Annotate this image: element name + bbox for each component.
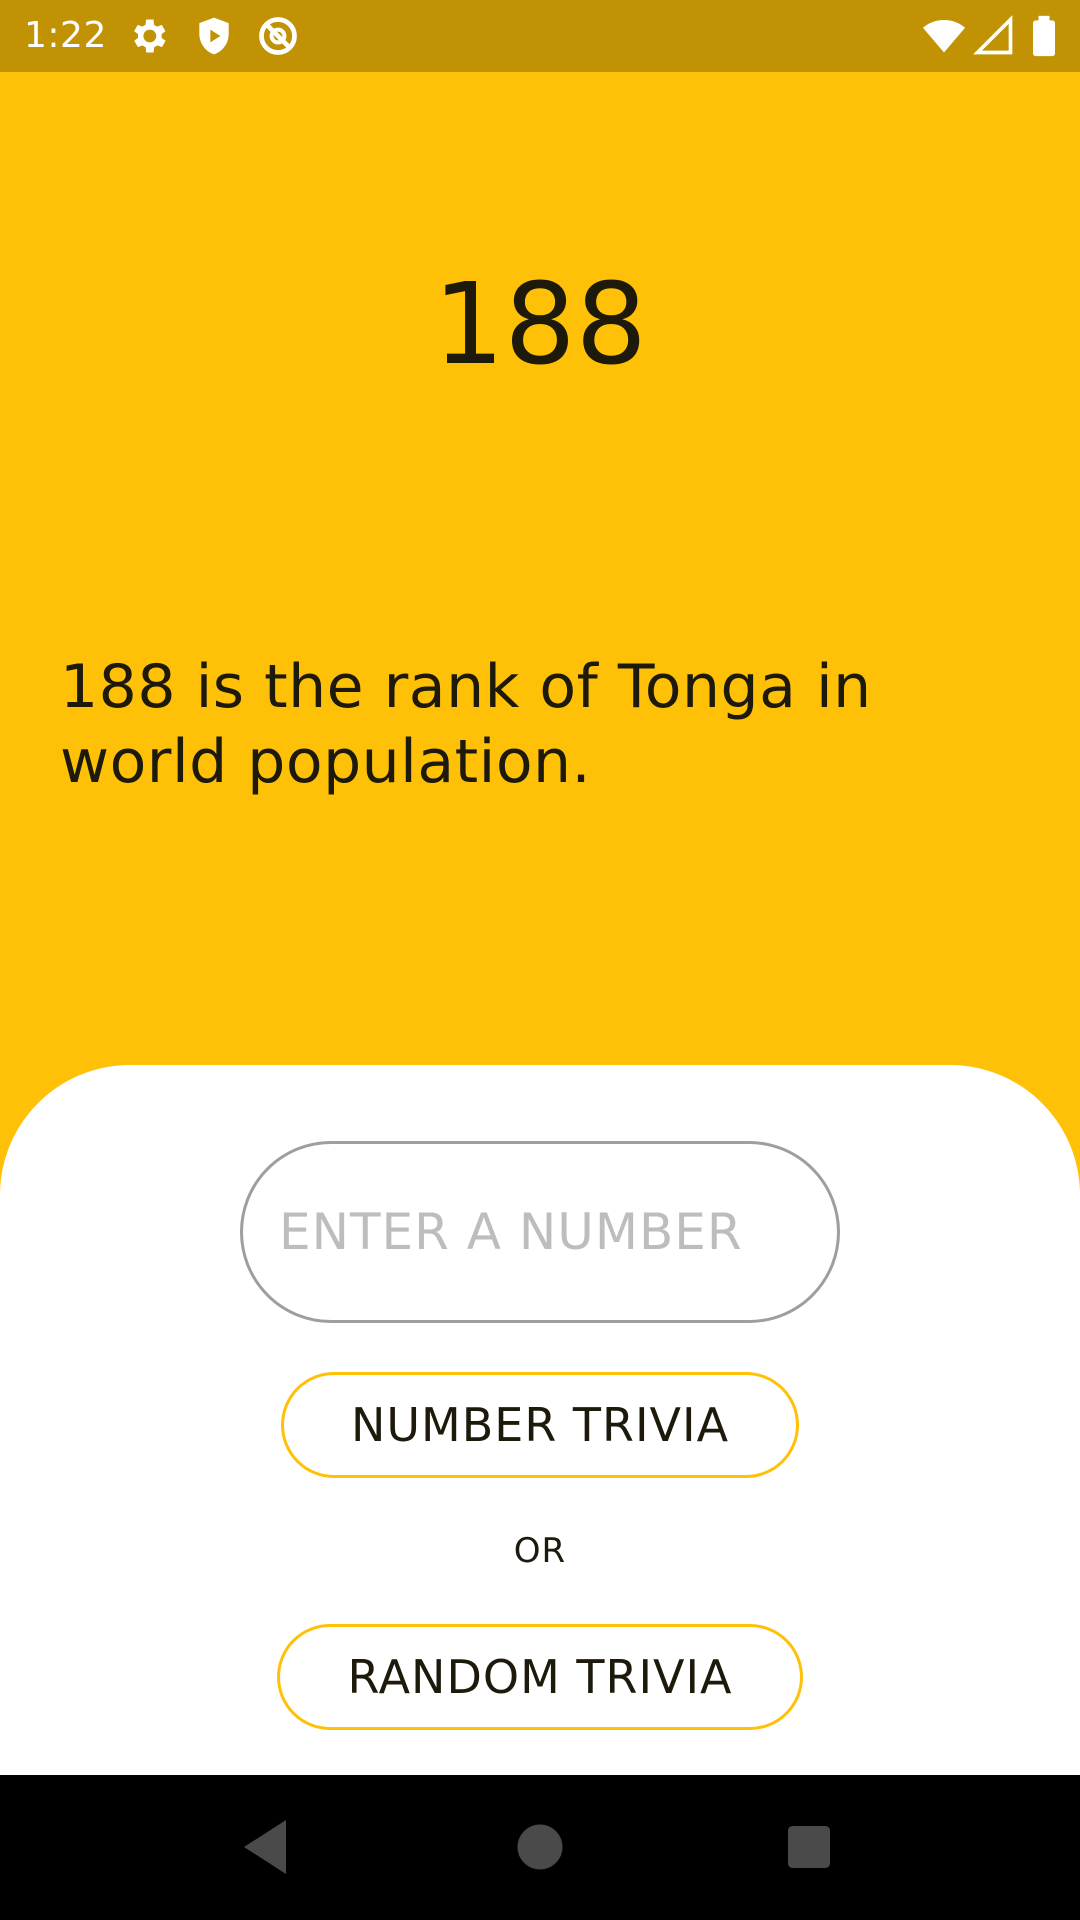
home-icon[interactable] <box>504 1811 576 1883</box>
random-trivia-button[interactable]: RANDOM TRIVIA <box>277 1624 803 1730</box>
gear-icon <box>126 14 170 58</box>
navigation-bar <box>0 1775 1080 1920</box>
cell-signal-icon <box>972 14 1016 58</box>
or-label: OR <box>513 1531 567 1571</box>
number-input[interactable] <box>240 1141 840 1323</box>
battery-icon <box>1024 14 1064 58</box>
no-disturb-icon <box>256 14 300 58</box>
trivia-text: 188 is the rank of Tonga in world popula… <box>60 652 872 797</box>
number-trivia-button[interactable]: NUMBER TRIVIA <box>281 1372 799 1478</box>
status-time: 1:22 <box>24 15 107 56</box>
status-bar: 1:22 <box>0 0 1080 72</box>
trivia-number: 188 <box>433 260 647 390</box>
back-icon[interactable] <box>232 1811 304 1883</box>
wifi-icon <box>922 14 966 58</box>
recents-icon[interactable] <box>773 1811 845 1883</box>
play-protect-icon <box>192 14 236 58</box>
